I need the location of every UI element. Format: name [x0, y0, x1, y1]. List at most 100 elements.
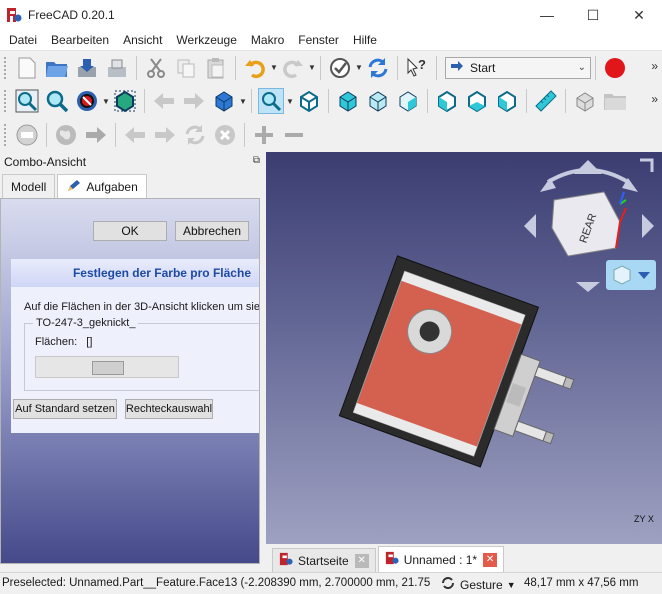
tab-startseite[interactable]: Startseite ✕: [272, 548, 376, 572]
chevron-down-icon: ⌄: [577, 62, 586, 73]
chevron-down-icon: ▼: [506, 579, 516, 590]
close-button[interactable]: ✕: [616, 0, 662, 30]
cut-icon[interactable]: [143, 55, 169, 81]
view-left-icon[interactable]: [494, 88, 520, 114]
tab-modell-label: Modell: [11, 179, 47, 194]
save-as-icon[interactable]: [104, 55, 130, 81]
undo-dropdown-icon[interactable]: ▼: [270, 63, 278, 72]
toolbar-separator: [235, 55, 236, 80]
workbench-selector[interactable]: Start ⌄: [445, 56, 591, 79]
refresh-check-icon[interactable]: [327, 55, 353, 81]
start-page-icon[interactable]: [14, 122, 40, 148]
menu-datei[interactable]: Datei: [2, 33, 44, 47]
save-icon[interactable]: [74, 55, 100, 81]
std-view-dropdown-icon[interactable]: ▼: [239, 97, 247, 106]
toolbar-grip[interactable]: [4, 90, 8, 112]
toolbar-grip[interactable]: [4, 56, 8, 79]
web-browser-icon[interactable]: [53, 122, 79, 148]
title-bar: FreeCAD 0.20.1 — ☐ ✕: [0, 0, 662, 30]
minimize-button[interactable]: —: [524, 0, 570, 30]
tab-aufgaben[interactable]: Aufgaben: [57, 174, 147, 199]
toolbar-separator: [328, 89, 329, 113]
std-view-cube-icon[interactable]: [211, 88, 237, 114]
menu-fenster[interactable]: Fenster: [291, 33, 346, 47]
cancel-button[interactable]: Abbrechen: [175, 221, 249, 241]
3d-scene[interactable]: REAR ZY X: [266, 152, 662, 544]
copy-icon[interactable]: [173, 55, 199, 81]
draw-style-dropdown-icon[interactable]: ▼: [102, 97, 110, 106]
navigation-cube[interactable]: REAR: [551, 191, 627, 257]
navcube-down-arrow-icon[interactable]: [576, 282, 600, 292]
part-icon[interactable]: [572, 88, 598, 114]
redo-dropdown-icon[interactable]: ▼: [308, 63, 316, 72]
workbench-arrow-icon: [450, 60, 464, 75]
recompute-icon[interactable]: [365, 55, 391, 81]
paste-icon[interactable]: [203, 55, 229, 81]
menu-hilfe[interactable]: Hilfe: [346, 33, 384, 47]
menu-makro[interactable]: Makro: [244, 33, 291, 47]
view-isometric-icon[interactable]: [296, 88, 322, 114]
undock-icon[interactable]: ⧉: [253, 155, 260, 166]
window-title: FreeCAD 0.20.1: [28, 8, 115, 22]
menu-ansicht[interactable]: Ansicht: [116, 33, 169, 47]
toolbar-separator: [565, 89, 566, 113]
navcube-right-arrow-icon[interactable]: [642, 214, 654, 238]
open-folder-icon[interactable]: [44, 55, 70, 81]
view-top-icon[interactable]: [365, 88, 391, 114]
web-refresh-icon[interactable]: [182, 122, 208, 148]
close-tab-icon[interactable]: ✕: [354, 553, 369, 568]
view-right-icon[interactable]: [395, 88, 421, 114]
open-website-icon[interactable]: [83, 122, 109, 148]
refresh-dropdown-icon[interactable]: ▼: [355, 63, 363, 72]
zoom-in-icon[interactable]: [251, 122, 277, 148]
menu-werkzeuge[interactable]: Werkzeuge: [169, 33, 243, 47]
close-tab-icon[interactable]: ✕: [483, 552, 498, 567]
toolbar-separator: [251, 89, 252, 113]
freecad-logo-icon: [385, 551, 399, 568]
navcube-view-menu[interactable]: [606, 260, 656, 290]
bounding-box-icon[interactable]: [112, 88, 138, 114]
ok-button[interactable]: OK: [93, 221, 167, 241]
freecad-logo-icon: [279, 552, 293, 569]
measure-distance-icon[interactable]: [533, 88, 559, 114]
zoom-dropdown-icon[interactable]: ▼: [286, 97, 294, 106]
fit-selection-icon[interactable]: [44, 88, 70, 114]
axis-cross-label: ZY X: [634, 514, 654, 524]
zoom-out-icon[interactable]: [281, 122, 307, 148]
redo-icon[interactable]: [280, 55, 306, 81]
box-selection-button[interactable]: Rechteckauswahl: [125, 399, 213, 419]
navcube-menu-icon[interactable]: [640, 158, 654, 172]
toolbar-overflow-icon[interactable]: »: [651, 92, 658, 106]
toolbar-grip[interactable]: [4, 124, 8, 146]
web-forward-icon[interactable]: [152, 122, 178, 148]
back-arrow-icon[interactable]: [151, 88, 177, 114]
view-front-icon[interactable]: [335, 88, 361, 114]
fit-all-icon[interactable]: [14, 88, 40, 114]
to247-part-model[interactable]: [338, 255, 593, 487]
draw-style-icon[interactable]: [74, 88, 100, 114]
navcube-left-arrow-icon[interactable]: [524, 214, 536, 238]
group-folder-icon[interactable]: [602, 88, 628, 114]
menu-bearbeiten[interactable]: Bearbeiten: [44, 33, 116, 47]
macro-record-icon[interactable]: [602, 55, 628, 81]
3d-view[interactable]: REAR ZY X: [266, 152, 662, 544]
gesture-icon: [440, 576, 456, 593]
view-bottom-icon[interactable]: [464, 88, 490, 114]
set-default-button[interactable]: Auf Standard setzen: [13, 399, 117, 419]
tab-unnamed[interactable]: Unnamed : 1* ✕: [377, 546, 505, 572]
tab-unnamed-label: Unnamed : 1*: [403, 552, 478, 567]
web-back-icon[interactable]: [122, 122, 148, 148]
new-file-icon[interactable]: [14, 55, 40, 81]
undo-icon[interactable]: [242, 55, 268, 81]
document-tabs: Startseite ✕ Unnamed : 1* ✕: [266, 544, 662, 572]
zoom-select-icon[interactable]: [258, 88, 284, 114]
view-rear-icon[interactable]: [434, 88, 460, 114]
toolbar-overflow-icon[interactable]: »: [651, 59, 658, 73]
pencil-icon: [66, 179, 82, 196]
tab-modell[interactable]: Modell: [2, 174, 56, 198]
maximize-button[interactable]: ☐: [570, 0, 616, 30]
forward-arrow-icon[interactable]: [181, 88, 207, 114]
navigation-style-selector[interactable]: Gesture ▼: [440, 576, 516, 593]
whats-this-icon[interactable]: ?: [404, 55, 430, 81]
web-stop-icon[interactable]: [212, 122, 238, 148]
